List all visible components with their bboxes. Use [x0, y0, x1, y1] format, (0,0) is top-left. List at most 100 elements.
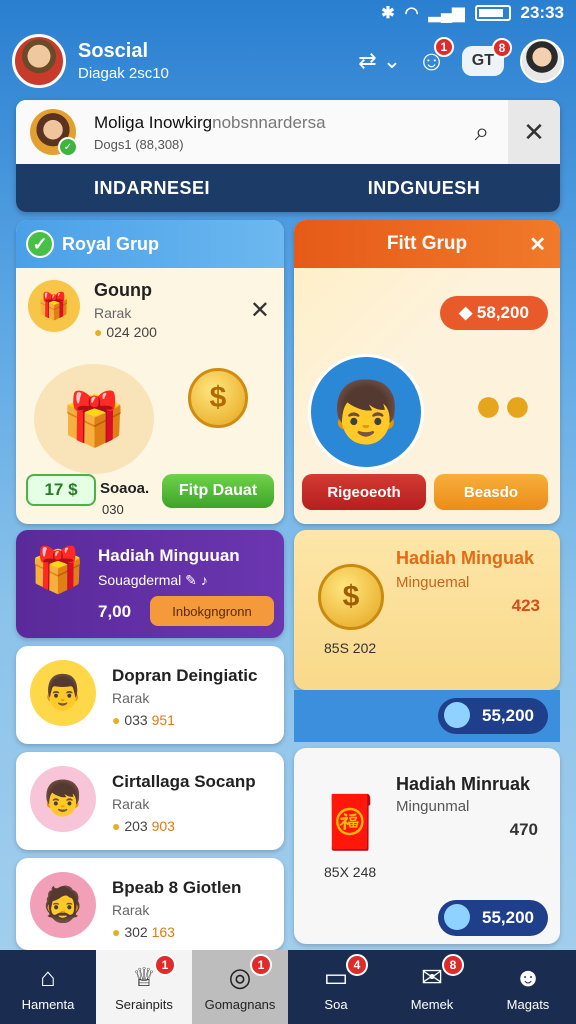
list-item[interactable]: 🧔 Bpeab 8 Giotlen Rarak ● 302 163: [16, 858, 284, 950]
bluetooth-icon: ✱: [381, 5, 395, 22]
header-title: Soscial: [78, 40, 149, 62]
list-item-sub: Rarak: [112, 690, 150, 706]
nav-label: Serainpits: [115, 997, 173, 1012]
gem-icon: ◆: [459, 303, 473, 322]
royal-item-meta: ● 024 200: [94, 324, 157, 340]
card-icon: ▭: [323, 962, 349, 992]
check-icon: ✓: [26, 230, 54, 258]
meta-b: 163: [151, 924, 175, 940]
list-item-meta: ● 033 951: [112, 712, 175, 728]
nav-label: Magats: [506, 997, 550, 1012]
search-title-main: Moliga Inowkirg: [94, 112, 213, 132]
gem-icon: [444, 904, 470, 930]
nav-label: Memek: [410, 997, 454, 1012]
search-text[interactable]: Moliga Inowkirgnobsnnardersa Dogs1 (88,3…: [94, 113, 456, 152]
royal-group-body: 🎁 Gounp Rarak ● 024 200 ✕ 🎁 $ Siajo Soao…: [16, 268, 284, 524]
tab-indgnuesh[interactable]: INDGNUESH: [288, 164, 560, 212]
nav-gomagnans[interactable]: ◎ Gomagnans 1: [192, 950, 288, 1024]
gift-pill[interactable]: 55,200: [438, 900, 548, 936]
nav-label: Gomagnans: [204, 997, 276, 1012]
weekly-reward-sub: Minguemal: [396, 574, 470, 591]
nav-badge: 4: [346, 954, 368, 976]
nav-serainpits[interactable]: ♕ Serainpits 1: [96, 950, 192, 1024]
search-button[interactable]: ⌕: [456, 100, 508, 164]
search-title: Moliga Inowkirgnobsnnardersa: [94, 113, 456, 133]
weekly-gift-sub: Mingunmal: [396, 798, 470, 815]
search-panel: Moliga Inowkirgnobsnnardersa Dogs1 (88,3…: [16, 100, 560, 212]
weekly-prize-sub: Souagdermal ✎ ♪: [98, 572, 208, 589]
notification-badge: 1: [433, 37, 454, 57]
header-chip[interactable]: GT 8: [461, 38, 512, 76]
royal-group-card: ✓ Royal Grup 🎁 Gounp Rarak ● 024 200 ✕ 🎁…: [16, 220, 284, 524]
weekly-reward-title: Hadiah Minguak: [396, 548, 535, 568]
treasure-icon: 🎁: [30, 546, 85, 595]
camera-icon: ◎: [228, 962, 252, 992]
royal-item-sub: Rarak: [94, 305, 132, 321]
list-item-sub: Rarak: [112, 902, 150, 918]
search-title-muted: nobsnnardersa: [212, 112, 326, 132]
nav-soa[interactable]: ▭ Soa 4: [288, 950, 384, 1024]
fitt-group-title: Fitt Grup: [386, 233, 468, 254]
list-item[interactable]: 👨 Dopran Deingiatic Rarak ● 033 951: [16, 646, 284, 744]
royal-action-button[interactable]: Fitp Dauat: [162, 474, 274, 508]
gift-value: 030: [102, 502, 124, 517]
royal-group-header: ✓ Royal Grup: [16, 220, 284, 268]
list-item[interactable]: 👦 Cirtallaga Socanp Rarak ● 203 903: [16, 752, 284, 850]
nav-memek[interactable]: ✉ Memek 8: [384, 950, 480, 1024]
nav-badge: 1: [250, 954, 272, 976]
kid-avatar: 👦: [308, 354, 424, 470]
gift-icon: 🧧: [318, 794, 383, 852]
weekly-reward-meta: 85S 202: [324, 640, 377, 656]
reward-pill[interactable]: 55,200: [438, 698, 548, 734]
fitt-orange-button[interactable]: Beasdo: [434, 474, 548, 510]
fitt-group-header: Fitt Grup ✕: [294, 220, 560, 268]
list-item-meta: ● 203 903: [112, 818, 175, 834]
weekly-reward-value: 423: [511, 596, 540, 615]
weekly-gift-meta: 85X 248: [324, 864, 377, 880]
coin-icon: ●: [112, 712, 121, 728]
weekly-reward-card[interactable]: $ Hadiah Minguak Minguemal 423 85S 202: [294, 530, 560, 690]
user-avatar[interactable]: [12, 34, 66, 88]
switch-icon[interactable]: ⇄ ⌄: [358, 48, 401, 74]
edit-icon: ✎: [185, 572, 197, 588]
meta-a: 203: [124, 818, 148, 834]
gift-pill-value: 55,200: [482, 908, 534, 927]
coin-bag-icon: $: [318, 564, 384, 630]
meta-b: 903: [151, 818, 175, 834]
signal-icon: ▂▄▆: [428, 5, 465, 22]
close-icon: ✕: [523, 116, 545, 147]
status-time: 23:33: [520, 3, 564, 22]
dollar-coin-icon: $: [188, 368, 248, 428]
notification-avatar-icon[interactable]: ☺ 1: [417, 37, 454, 77]
gem-icon: [444, 702, 470, 728]
royal-close-icon[interactable]: ✕: [250, 296, 270, 325]
nav-magats[interactable]: ☻ Magats: [480, 950, 576, 1024]
tab-indarnesei[interactable]: INDARNESEI: [16, 164, 288, 212]
coins-stack-icon: ●●: [474, 379, 532, 432]
royal-item-title: Gounp: [94, 280, 152, 300]
chef-hat-icon: ♕: [132, 962, 156, 992]
nav-badge: 8: [442, 954, 464, 976]
profile-avatar[interactable]: [520, 39, 564, 83]
search-icon: ⌕: [474, 116, 490, 146]
weekly-prize-title: Hadiah Minguuan: [98, 546, 240, 565]
close-button[interactable]: ✕: [508, 100, 560, 164]
royal-group-title: Royal Grup: [62, 233, 160, 254]
avatar: 👦: [30, 766, 96, 832]
fitt-price-badge[interactable]: ◆ 58,200: [440, 296, 548, 330]
royal-group-info: 🎁 Gounp Rarak ● 024 200: [28, 280, 157, 340]
list-item-title: Dopran Deingiatic: [112, 666, 258, 685]
chip-badge: 8: [492, 38, 512, 58]
home-icon: ⌂: [40, 962, 56, 992]
fitt-close-icon[interactable]: ✕: [529, 232, 546, 257]
coin-icon: ●: [94, 324, 103, 340]
fitt-red-button[interactable]: Rigeoeoth: [302, 474, 426, 510]
weekly-prize-card[interactable]: 🎁 Hadiah Minguuan Souagdermal ✎ ♪ 7,00 I…: [16, 530, 284, 638]
tab-bar: INDARNESEI INDGNUESH: [16, 164, 560, 212]
dollar-icon: $: [68, 480, 78, 499]
chip-label: GT: [471, 52, 494, 69]
weekly-prize-button[interactable]: Inbokgngronn: [150, 596, 274, 626]
music-icon: ♪: [200, 572, 208, 588]
nav-home[interactable]: ⌂ Hamenta: [0, 950, 96, 1024]
nav-label: Hamenta: [21, 997, 75, 1012]
